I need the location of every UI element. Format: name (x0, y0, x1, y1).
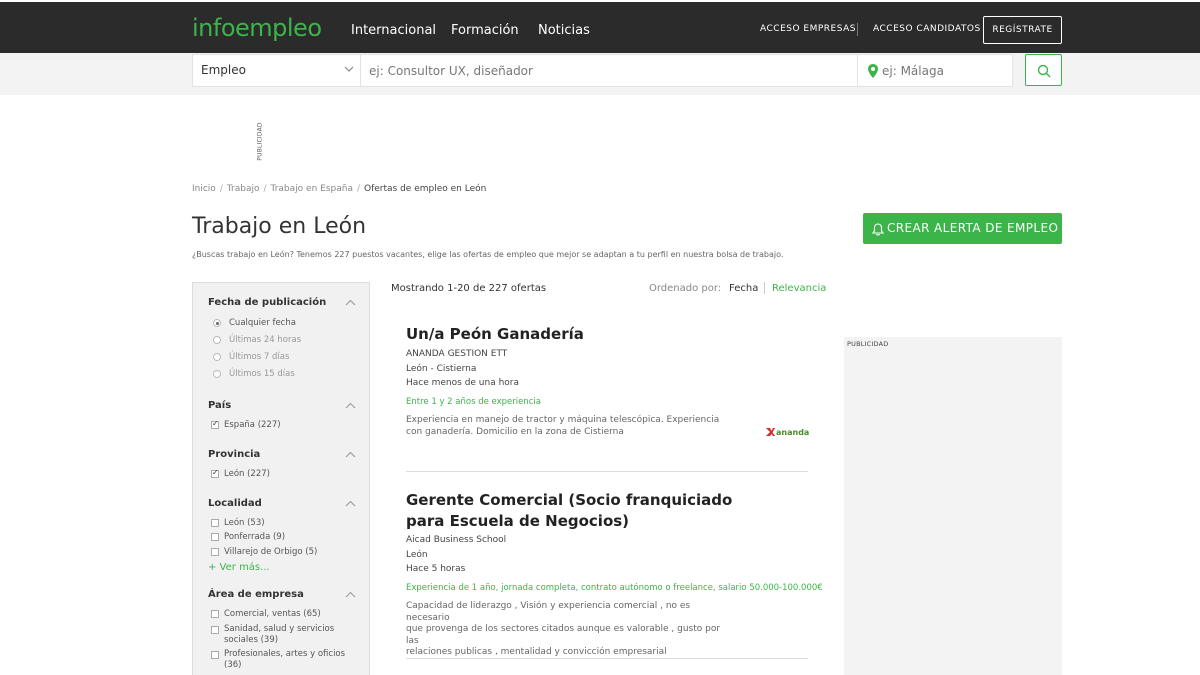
chevron-up-icon[interactable] (345, 591, 356, 598)
location-placeholder: ej: Málaga (882, 64, 944, 78)
option-profesionales-cont[interactable]: (36) (224, 660, 241, 670)
radio-cualquier-fecha[interactable] (213, 319, 221, 327)
job-separator (406, 471, 808, 472)
job-posted: Hace 5 horas (406, 564, 466, 574)
job-separator (406, 658, 808, 659)
checkbox-comercial[interactable] (211, 610, 219, 618)
radio-15-dias[interactable] (213, 370, 221, 378)
breadcrumb: Inicio / Trabajo / Trabajo en España / Ofertas… (192, 184, 487, 194)
option-15-dias[interactable]: Últimos 15 días (229, 369, 295, 379)
register-button[interactable]: REGÍSTRATE (983, 16, 1062, 44)
nav-noticias[interactable]: Noticias (538, 23, 590, 38)
create-alert-label: CREAR ALERTA DE EMPLEO (887, 221, 1059, 235)
option-leon[interactable]: León (227) (224, 469, 270, 479)
filters-sidebar: Fecha de publicación Cualquier fecha Últ… (192, 282, 370, 675)
ananda-logo-text: ananda (776, 428, 809, 437)
category-select[interactable]: Empleo (192, 54, 361, 87)
job-title-line: Gerente Comercial (Socio franquiciado (406, 491, 733, 509)
keyword-placeholder: ej: Consultor UX, diseñador (369, 64, 533, 78)
nav-internacional[interactable]: Internacional (351, 23, 436, 38)
job-experience: Experiencia de 1 año, jornada completa, … (406, 583, 823, 593)
job-location: León (406, 550, 428, 560)
job-description-line: que provenga de los sectores citados aun… (406, 624, 721, 646)
order-divider (764, 282, 765, 294)
checkbox-localidad-leon[interactable] (211, 519, 219, 527)
filter-pais-title[interactable]: País (208, 400, 231, 411)
order-fecha[interactable]: Fecha (729, 283, 758, 294)
create-alert-button[interactable]: CREAR ALERTA DE EMPLEO (863, 213, 1062, 244)
option-comercial[interactable]: Comercial, ventas (65) (224, 609, 321, 619)
side-ad: PUBLICIDAD (844, 337, 1062, 675)
ver-mas-link[interactable]: + Ver más... (208, 562, 270, 573)
chevron-up-icon[interactable] (345, 500, 356, 507)
job-description-line: con ganadería. Domicilio en la zona de C… (406, 426, 624, 437)
job-title[interactable]: Gerente Comercial (Socio franquiciado pa… (406, 490, 732, 532)
job-location: León - Cistierna (406, 364, 477, 374)
checkbox-profesionales[interactable] (211, 651, 219, 659)
option-villarejo[interactable]: Villarejo de Orbigo (5) (224, 547, 317, 557)
option-7-dias[interactable]: Últimos 7 días (229, 352, 289, 362)
acceso-candidatos-link[interactable]: ACCESO CANDIDATOS (873, 24, 981, 34)
chevron-up-icon[interactable] (345, 299, 356, 306)
ad-banner-label: PUBLICIDAD (256, 122, 264, 161)
filter-fecha-title[interactable]: Fecha de publicación (208, 297, 326, 308)
chevron-up-icon[interactable] (345, 402, 356, 409)
option-sanidad[interactable]: Sanidad, salud y servicios (224, 624, 334, 634)
job-description: Capacidad de liderazgo , Visión y experi… (406, 601, 726, 659)
acceso-empresas-link[interactable]: ACCESO EMPRESAS (760, 24, 856, 34)
job-posted: Hace menos de una hora (406, 378, 520, 388)
keyword-input[interactable]: ej: Consultor UX, diseñador (360, 54, 858, 87)
order-relevancia[interactable]: Relevancia (772, 283, 826, 294)
job-description: Experiencia en manejo de tractor y máqui… (406, 415, 726, 438)
filter-area-title[interactable]: Área de empresa (208, 589, 304, 600)
side-ad-label: PUBLICIDAD (847, 340, 889, 348)
job-company[interactable]: Aicad Business School (406, 535, 506, 545)
chevron-down-icon (344, 66, 354, 72)
location-input[interactable]: ej: Málaga (857, 54, 1013, 87)
top-nav: infoempleo Internacional Formación Notic… (0, 2, 1200, 53)
option-24-horas[interactable]: Últimas 24 horas (229, 335, 301, 345)
job-title[interactable]: Un/a Peón Ganadería (406, 324, 584, 345)
nav-divider (857, 23, 858, 36)
order-label: Ordenado por: (649, 283, 722, 294)
breadcrumb-current: Ofertas de empleo en León (364, 184, 487, 194)
checkbox-sanidad[interactable] (211, 626, 219, 634)
checkbox-leon[interactable] (211, 468, 219, 478)
search-icon (1037, 64, 1051, 78)
option-ponferrada[interactable]: Ponferrada (9) (224, 532, 285, 542)
option-cualquier-fecha[interactable]: Cualquier fecha (229, 318, 296, 328)
option-profesionales[interactable]: Profesionales, artes y oficios (224, 649, 345, 659)
page-title: Trabajo en León (192, 214, 367, 239)
nav-formacion[interactable]: Formación (451, 23, 519, 38)
job-description-line: Capacidad de liderazgo , Visión y experi… (406, 601, 691, 623)
job-description-line: Experiencia en manejo de tractor y máqui… (406, 415, 720, 425)
radio-24-horas[interactable] (213, 336, 221, 344)
search-button[interactable] (1025, 54, 1062, 86)
option-localidad-leon[interactable]: León (53) (224, 518, 265, 528)
job-company[interactable]: ANANDA GESTION ETT (406, 349, 507, 359)
filter-provincia-title[interactable]: Provincia (208, 449, 260, 460)
option-espana[interactable]: España (227) (224, 420, 281, 430)
ananda-logo[interactable]: ananda (765, 426, 810, 438)
breadcrumb-trabajo[interactable]: Trabajo (227, 184, 260, 194)
chevron-up-icon[interactable] (345, 451, 356, 458)
category-select-value: Empleo (201, 63, 246, 77)
checkbox-villarejo[interactable] (211, 548, 219, 556)
results-count: Mostrando 1-20 de 227 ofertas (391, 283, 547, 294)
infoempleo-logo[interactable]: infoempleo (192, 14, 322, 42)
bell-icon (872, 223, 884, 236)
radio-7-dias[interactable] (213, 353, 221, 361)
checkbox-espana[interactable] (211, 419, 219, 429)
job-title-line: para Escuela de Negocios) (406, 512, 630, 530)
job-experience: Entre 1 y 2 años de experiencia (406, 397, 541, 407)
option-sanidad-cont[interactable]: sociales (39) (224, 635, 278, 645)
breadcrumb-inicio[interactable]: Inicio (192, 184, 216, 194)
filter-localidad-title[interactable]: Localidad (208, 498, 262, 509)
page-description: ¿Buscas trabajo en León? Tenemos 227 pue… (192, 250, 784, 259)
map-pin-icon (868, 64, 878, 78)
checkbox-ponferrada[interactable] (211, 533, 219, 541)
breadcrumb-trabajo-espana[interactable]: Trabajo en España (271, 184, 353, 194)
job-description-line: relaciones publicas , mentalidad y convi… (406, 647, 667, 657)
